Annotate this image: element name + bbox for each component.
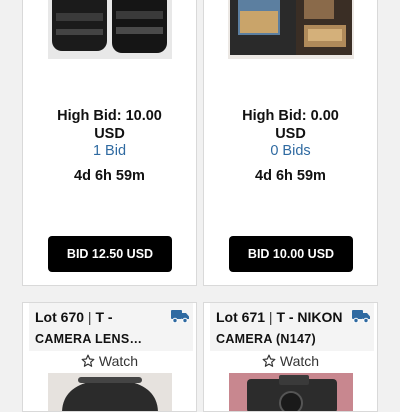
- lot-title-start: T -: [95, 309, 113, 325]
- currency-label: USD: [94, 126, 125, 142]
- lens-photo[interactable]: [48, 0, 172, 59]
- lot-number: Lot 671: [216, 309, 266, 325]
- lot-separator: |: [87, 309, 92, 325]
- watch-label: Watch: [98, 353, 139, 369]
- bid-count-link[interactable]: 1 Bid: [23, 143, 196, 159]
- watch-button[interactable]: Watch: [23, 353, 196, 369]
- lot-title-line[interactable]: Lot 670 | T -: [35, 309, 113, 325]
- high-bid-label: High Bid: 10.00: [57, 108, 162, 124]
- truck-icon: [171, 310, 189, 323]
- camera-photo[interactable]: [229, 373, 353, 412]
- bid-button[interactable]: BID 10.00 USD: [229, 236, 353, 272]
- currency-label: USD: [275, 126, 306, 142]
- lot-card-669[interactable]: High Bid: 10.00 USD 1 Bid 4d 6h 59m BID …: [22, 0, 197, 286]
- watch-label: Watch: [279, 353, 320, 369]
- lot-number: Lot 670: [35, 309, 85, 325]
- lot-title-start: T - NIKON: [276, 309, 343, 325]
- lot-title-continued: CAMERA (N147): [216, 332, 316, 346]
- star-icon: [262, 354, 276, 367]
- bid-button[interactable]: BID 12.50 USD: [48, 236, 172, 272]
- lot-title-line[interactable]: Lot 671 | T - NIKON: [216, 309, 343, 325]
- time-left: 4d 6h 59m: [74, 168, 145, 184]
- watch-button[interactable]: Watch: [204, 353, 377, 369]
- lot-header[interactable]: Lot 671 | T - NIKON CAMERA (N147): [210, 303, 374, 351]
- lot-card-671[interactable]: Lot 671 | T - NIKON CAMERA (N147) Watch: [203, 302, 378, 412]
- star-icon: [81, 354, 95, 367]
- lens-photo[interactable]: [48, 373, 172, 412]
- lot-card-668[interactable]: High Bid: 0.00 USD 0 Bids 4d 6h 59m BID …: [203, 0, 378, 286]
- lot-separator: |: [268, 309, 273, 325]
- high-bid-label: High Bid: 0.00: [242, 108, 339, 124]
- lot-header[interactable]: Lot 670 | T - CAMERA LENS…: [29, 303, 193, 351]
- lot-title-continued: CAMERA LENS…: [35, 332, 143, 346]
- lot-card-670[interactable]: Lot 670 | T - CAMERA LENS… Watch: [22, 302, 197, 412]
- time-left: 4d 6h 59m: [255, 168, 326, 184]
- albums-photo[interactable]: [228, 0, 354, 59]
- bid-count-link[interactable]: 0 Bids: [204, 143, 377, 159]
- truck-icon: [352, 310, 370, 323]
